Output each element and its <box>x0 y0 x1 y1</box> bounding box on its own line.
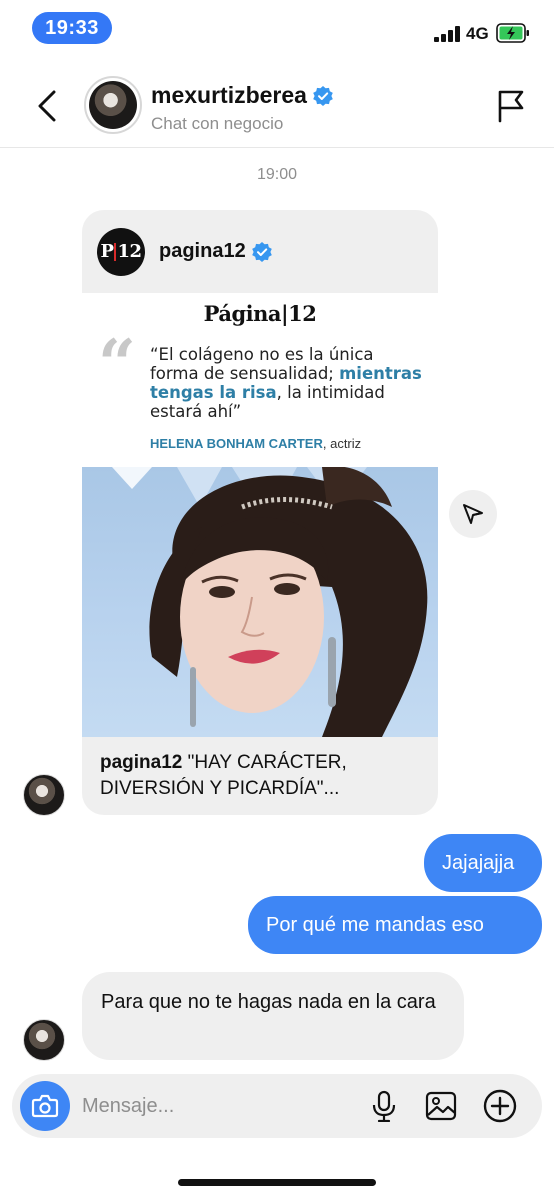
microphone-icon <box>372 1090 396 1122</box>
newspaper-masthead: Página|12 <box>203 301 317 326</box>
verified-badge-icon <box>251 241 272 262</box>
shared-post-account: pagina12 <box>159 240 272 263</box>
message-input[interactable] <box>82 1088 342 1124</box>
add-circle-icon <box>483 1089 517 1123</box>
gallery-button[interactable] <box>423 1088 459 1124</box>
quote-author-role: , actriz <box>322 436 362 451</box>
message-bubble-outgoing[interactable]: Por qué me mandas eso <box>248 896 542 954</box>
network-type: 4G <box>466 24 489 43</box>
sender-avatar[interactable] <box>23 774 65 816</box>
share-post-button[interactable] <box>449 490 497 538</box>
caption-account: pagina12 <box>100 752 183 773</box>
home-indicator[interactable] <box>178 1179 376 1186</box>
username-label: mexurtizberea <box>151 82 307 108</box>
message-timestamp: 19:00 <box>256 166 298 183</box>
camera-icon <box>31 1094 59 1118</box>
send-icon <box>463 504 483 524</box>
message-text: Por qué me mandas eso <box>266 914 484 936</box>
status-bar: 19:33 4G <box>0 0 554 58</box>
shared-post-header[interactable]: P 12 pagina12 <box>82 210 438 293</box>
chat-header: mexurtizberea Chat con negocio <box>0 64 554 148</box>
chat-subtitle: Chat con negocio <box>151 114 284 133</box>
shared-post-caption: pagina12 "HAY CARÁCTER, DIVERSIÓN Y PICA… <box>100 750 420 802</box>
message-text: Para que no te hagas nada en la cara <box>101 991 436 1013</box>
microphone-button[interactable] <box>366 1088 402 1124</box>
pagina12-logo: P 12 <box>97 227 145 276</box>
chevron-left-icon <box>38 90 56 122</box>
verified-badge-icon <box>313 85 333 106</box>
message-bubble-incoming[interactable]: Para que no te hagas nada en la cara <box>82 972 464 1060</box>
status-time: 19:33 <box>32 12 112 44</box>
quote-author-name: HELENA BONHAM CARTER <box>150 436 323 451</box>
battery-charging-icon <box>496 23 529 43</box>
report-button[interactable] <box>494 88 528 124</box>
message-text: Jajajajja <box>442 852 515 874</box>
message-composer <box>12 1074 542 1138</box>
signal-strength-icon <box>434 26 460 42</box>
post-photo[interactable] <box>82 467 438 737</box>
camera-button[interactable] <box>20 1081 70 1131</box>
portrait-image <box>112 467 428 737</box>
gallery-icon <box>425 1091 457 1121</box>
shared-post-card[interactable]: P 12 pagina12 Página|12 “ “El colágeno no… <box>82 210 438 815</box>
chat-username[interactable]: mexurtizberea <box>151 82 333 109</box>
add-button[interactable] <box>482 1088 518 1124</box>
quote-text: “El colágeno no es la única forma de sen… <box>150 345 425 421</box>
quote-mark-icon: “ <box>98 325 136 403</box>
sender-avatar[interactable] <box>23 1019 65 1061</box>
message-bubble-outgoing[interactable]: Jajajajja <box>424 834 542 892</box>
back-button[interactable] <box>30 84 64 128</box>
flag-icon <box>498 90 524 123</box>
shared-post-account-name: pagina12 <box>159 240 246 262</box>
quote-panel: Página|12 “ “El colágeno no es la única … <box>82 293 438 467</box>
quote-author: HELENA BONHAM CARTER, actriz <box>150 436 361 451</box>
profile-avatar[interactable] <box>84 76 142 134</box>
